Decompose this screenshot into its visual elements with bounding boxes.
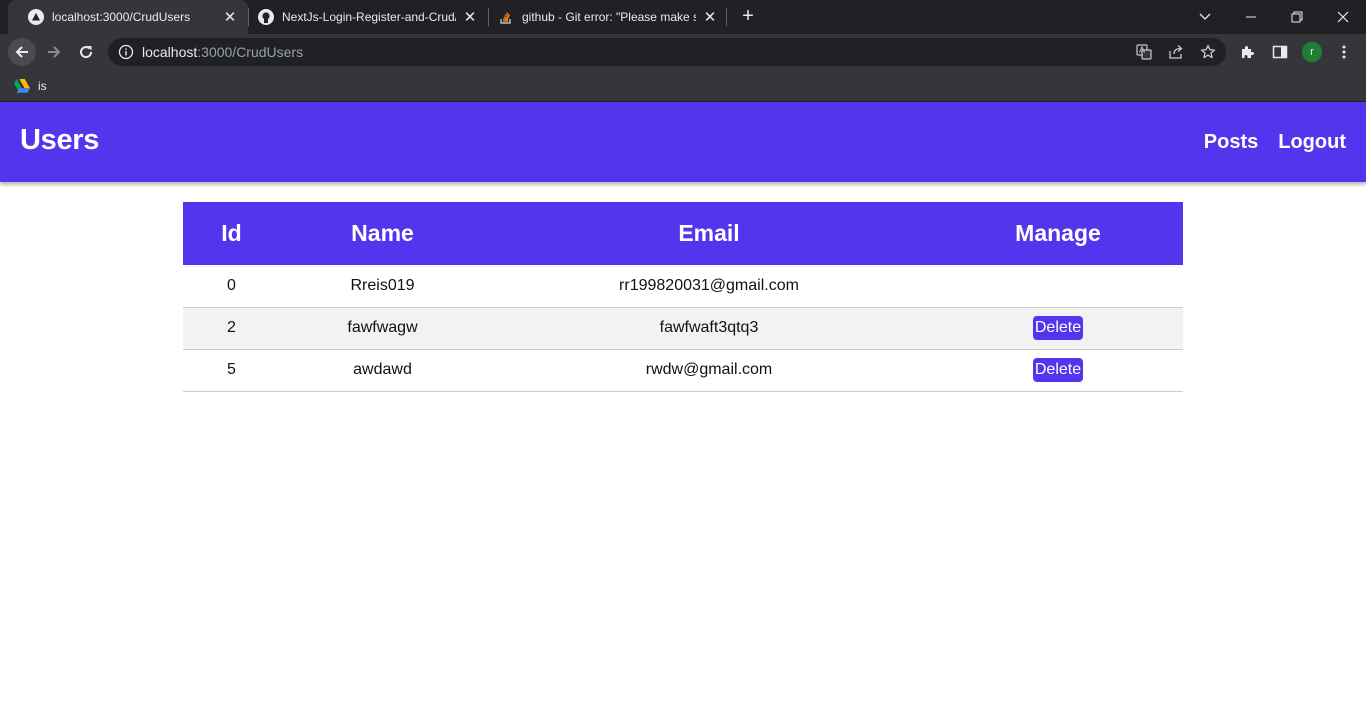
bookmark-star-icon[interactable] — [1200, 44, 1216, 60]
bookmarks-bar: is — [0, 70, 1366, 102]
bookmark-label: is — [38, 79, 47, 93]
share-icon[interactable] — [1168, 44, 1184, 60]
cell-name: awdawd — [280, 349, 485, 392]
table-header-row: Id Name Email Manage — [183, 202, 1183, 265]
cell-manage: Delete — [933, 307, 1183, 350]
extensions-puzzle-icon[interactable] — [1238, 42, 1258, 62]
cell-manage — [933, 265, 1183, 308]
cell-email: fawfwaft3qtq3 — [485, 307, 933, 350]
reload-icon[interactable] — [72, 38, 100, 66]
page-title[interactable]: Users — [20, 124, 99, 157]
tab-title: github - Git error: "Please make s — [522, 10, 696, 24]
app-header: Users Posts Logout — [0, 102, 1366, 182]
address-bar[interactable]: localhost:3000/CrudUsers — [108, 38, 1226, 66]
url-host: localhost — [142, 44, 198, 60]
column-header-manage: Manage — [1015, 220, 1101, 246]
column-header-name: Name — [351, 220, 414, 246]
github-icon — [258, 9, 274, 25]
table-row: 2 fawfwagw fawfwaft3qtq3 Delete — [183, 307, 1183, 350]
table-row: 5 awdawd rwdw@gmail.com Delete — [183, 349, 1183, 392]
cell-id: 5 — [183, 349, 280, 392]
menu-kebab-icon[interactable] — [1334, 42, 1354, 62]
delete-button[interactable]: Delete — [1032, 358, 1084, 382]
url-text: localhost:3000/CrudUsers — [142, 44, 303, 60]
tab-strip: localhost:3000/CrudUsers ✕ NextJs-Login-… — [0, 0, 1366, 34]
nav-logout-link[interactable]: Logout — [1278, 131, 1346, 154]
site-info-icon[interactable] — [118, 44, 134, 60]
google-drive-icon — [14, 79, 30, 93]
forward-icon[interactable] — [40, 38, 68, 66]
tab-divider — [726, 8, 727, 26]
tab-github-repo[interactable]: NextJs-Login-Register-and-Crud/ ✕ — [248, 0, 488, 34]
cell-email: rr199820031@gmail.com — [485, 265, 933, 308]
bookmark-item[interactable]: is — [14, 76, 47, 96]
tab-title: NextJs-Login-Register-and-Crud/ — [282, 10, 456, 24]
tab-title: localhost:3000/CrudUsers — [52, 10, 191, 24]
cell-manage: Delete — [933, 349, 1183, 392]
tab-close-icon[interactable]: ✕ — [462, 9, 478, 26]
side-panel-icon[interactable] — [1270, 42, 1290, 62]
cell-id: 2 — [183, 307, 280, 350]
nav-posts-link[interactable]: Posts — [1204, 131, 1258, 154]
tab-stackoverflow[interactable]: github - Git error: "Please make s ✕ — [488, 0, 728, 34]
back-icon[interactable] — [8, 38, 36, 66]
tab-close-icon[interactable]: ✕ — [222, 9, 238, 26]
column-header-id: Id — [221, 220, 242, 246]
cell-id: 0 — [183, 265, 280, 308]
cell-name: fawfwagw — [280, 307, 485, 350]
cell-email: rwdw@gmail.com — [485, 349, 933, 392]
column-header-email: Email — [678, 220, 740, 246]
profile-avatar[interactable]: r — [1302, 42, 1322, 62]
stackoverflow-icon — [498, 9, 514, 25]
new-tab-button[interactable]: + — [736, 6, 760, 28]
minimize-icon[interactable] — [1228, 0, 1274, 34]
users-table: Id Name Email Manage 0 Rreis019 rr199820… — [183, 202, 1183, 392]
url-path: :3000/CrudUsers — [197, 44, 304, 60]
table-row: 0 Rreis019 rr199820031@gmail.com — [183, 265, 1183, 308]
triangle-app-icon — [28, 9, 44, 25]
page-viewport: Users Posts Logout Id Name Email Manage … — [0, 102, 1366, 728]
tab-search-icon[interactable] — [1182, 0, 1228, 34]
cell-name: Rreis019 — [280, 265, 485, 308]
tab-close-icon[interactable]: ✕ — [702, 9, 718, 26]
header-nav: Posts Logout — [1204, 131, 1346, 154]
tab-crud-users[interactable]: localhost:3000/CrudUsers ✕ — [8, 0, 248, 34]
translate-icon[interactable] — [1136, 44, 1152, 60]
delete-button[interactable]: Delete — [1032, 316, 1084, 340]
close-window-icon[interactable] — [1320, 0, 1366, 34]
restore-icon[interactable] — [1274, 0, 1320, 34]
browser-toolbar: localhost:3000/CrudUsers r — [0, 34, 1366, 70]
